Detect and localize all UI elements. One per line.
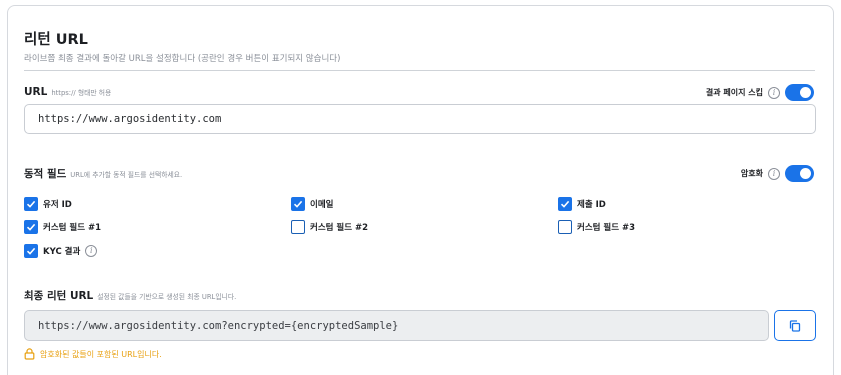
divider <box>24 70 815 71</box>
check-icon <box>560 200 570 208</box>
check-icon <box>26 200 36 208</box>
final-url-label: 최종 리턴 URL <box>24 290 94 302</box>
checkbox-label: 이메일 <box>310 200 334 210</box>
final-url-hint: 설정된 값들을 기반으로 생성된 최종 URL입니다. <box>97 293 237 301</box>
checkbox-custom-3[interactable]: 커스텀 필드 #3 <box>558 220 635 234</box>
checkbox-custom-1[interactable]: 커스텀 필드 #1 <box>24 220 101 234</box>
skip-result-toggle[interactable] <box>785 84 814 101</box>
url-input[interactable]: https://www.argosidentity.com <box>24 104 816 134</box>
encrypt-label: 암호화 <box>740 169 763 178</box>
checkbox-checked[interactable] <box>24 197 38 211</box>
checkbox-kyc-result[interactable]: KYC 결과 i <box>24 244 98 258</box>
check-icon <box>26 223 36 231</box>
checkbox-label: 커스텀 필드 #2 <box>310 223 369 233</box>
skip-result-toggle-group: 결과 페이지 스킵 i <box>706 84 814 101</box>
checkbox-label: 유저 ID <box>43 200 72 210</box>
checkbox-checked[interactable] <box>291 197 305 211</box>
checkbox-label: 제출 ID <box>577 200 606 210</box>
section-title: 리턴 URL <box>24 32 88 48</box>
checkbox-checked[interactable] <box>24 244 38 258</box>
encryption-note-text: 암호화된 값들이 포함된 URL입니다. <box>40 349 162 359</box>
checkbox-label: 커스텀 필드 #3 <box>577 223 636 233</box>
info-icon[interactable]: i <box>768 86 780 99</box>
checkbox-unchecked[interactable] <box>291 220 305 234</box>
checkbox-checked[interactable] <box>24 220 38 234</box>
skip-result-label: 결과 페이지 스킵 <box>705 88 763 97</box>
url-label-row: URL https:// 형태만 허용 <box>24 86 111 98</box>
url-label: URL <box>24 86 48 98</box>
check-icon <box>293 200 303 208</box>
copy-icon <box>789 319 801 332</box>
toggle-knob <box>800 87 811 98</box>
check-icon <box>26 247 36 255</box>
encryption-note: 암호화된 값들이 포함된 URL입니다. <box>24 348 162 360</box>
lock-icon <box>24 348 35 360</box>
checkbox-checked[interactable] <box>558 197 572 211</box>
encrypt-toggle[interactable] <box>785 165 814 182</box>
dynamic-fields-label-row: 동적 필드 URL에 추가할 동적 필드를 선택하세요. <box>24 166 182 181</box>
final-url-label-row: 최종 리턴 URL 설정된 값들을 기반으로 생성된 최종 URL입니다. <box>24 288 236 303</box>
encrypt-toggle-group: 암호화 i <box>741 165 814 182</box>
checkbox-label: 커스텀 필드 #1 <box>43 223 102 233</box>
return-url-card: 리턴 URL 라이브쯤 최종 결과에 돌아갈 URL을 설정합니다 (공란인 경… <box>7 5 834 375</box>
toggle-knob <box>800 168 811 179</box>
checkbox-unchecked[interactable] <box>558 220 572 234</box>
checkbox-email[interactable]: 이메일 <box>291 197 333 211</box>
checkbox-submission-id[interactable]: 제출 ID <box>558 197 606 211</box>
copy-button[interactable] <box>774 310 816 341</box>
final-url-display[interactable]: https://www.argosidentity.com?encrypted=… <box>24 310 769 341</box>
url-hint: https:// 형태만 허용 <box>51 89 112 97</box>
checkbox-label: KYC 결과 <box>43 247 81 257</box>
checkbox-custom-2[interactable]: 커스텀 필드 #2 <box>291 220 368 234</box>
dynamic-fields-hint: URL에 추가할 동적 필드를 선택하세요. <box>70 171 183 179</box>
dynamic-fields-label: 동적 필드 <box>24 168 67 180</box>
info-icon[interactable]: i <box>768 167 780 180</box>
info-icon[interactable]: i <box>85 245 98 257</box>
checkbox-user-id[interactable]: 유저 ID <box>24 197 72 211</box>
section-description: 라이브쯤 최종 결과에 돌아갈 URL을 설정합니다 (공란인 경우 버튼이 표… <box>24 54 341 64</box>
